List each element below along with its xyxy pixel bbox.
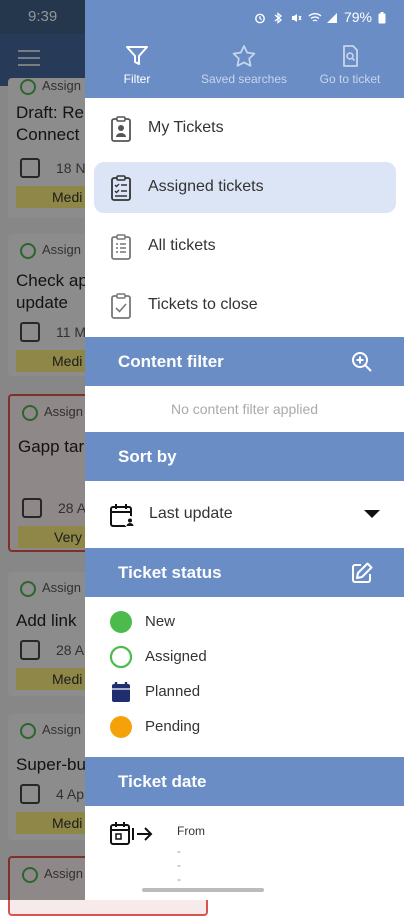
menu-all-tickets[interactable]: All tickets: [94, 221, 396, 272]
tab-filter[interactable]: Filter: [87, 44, 187, 86]
badge-clipboard-icon: [110, 116, 132, 147]
bluetooth-icon: [272, 11, 284, 24]
menu-label: My Tickets: [148, 119, 224, 136]
check-clipboard-icon: [110, 293, 132, 324]
tab-go-to-ticket[interactable]: Go to ticket: [300, 44, 400, 86]
alarm-icon: [254, 11, 266, 24]
section-title: Sort by: [118, 447, 177, 466]
status-label: Pending: [145, 718, 201, 735]
battery-level: 79%: [343, 9, 372, 25]
menu-label: Assigned tickets: [148, 178, 264, 195]
menu-label: All tickets: [148, 237, 216, 254]
chevron-down-icon: [364, 510, 380, 518]
section-title: Ticket status: [118, 563, 222, 582]
wifi-icon: [308, 11, 322, 23]
tab-filter-label: Filter: [123, 72, 151, 86]
status-label: Planned: [145, 683, 201, 700]
content-filter-empty: No content filter applied: [170, 401, 319, 417]
battery-icon: [378, 11, 390, 24]
ticket-status-header: Ticket status: [85, 548, 404, 597]
calendar-icon: [109, 680, 133, 704]
star-icon: [194, 44, 294, 68]
tab-go-to-ticket-label: Go to ticket: [319, 72, 381, 86]
ring-icon: [109, 645, 133, 669]
drawer-header: 79% Filter Saved searches Go to ticket: [85, 0, 404, 98]
date-from-field[interactable]: From - - -: [109, 820, 205, 886]
signal-icon: [326, 11, 338, 23]
ticket-search-icon: [300, 44, 400, 68]
sort-select[interactable]: Last update: [85, 486, 404, 546]
filter-drawer: 79% Filter Saved searches Go to ticket M…: [85, 0, 404, 900]
list-clipboard-icon: [110, 234, 132, 265]
content-filter-header: Content filter: [85, 337, 404, 386]
status-icons: 79%: [254, 9, 390, 25]
status-label: New: [145, 613, 176, 630]
menu-assigned-tickets[interactable]: Assigned tickets: [94, 162, 396, 213]
filter-icon: [87, 44, 187, 68]
tab-saved-searches[interactable]: Saved searches: [194, 44, 294, 86]
menu-tickets-to-close[interactable]: Tickets to close: [94, 280, 396, 331]
sort-by-header: Sort by: [85, 432, 404, 481]
from-value: - - -: [177, 844, 181, 886]
status-label: Assigned: [145, 648, 207, 665]
ticket-date-header: Ticket date: [85, 757, 404, 806]
calendar-user-icon: [109, 502, 137, 535]
checklist-clipboard-icon: [110, 175, 132, 206]
filled-circle-icon: [109, 610, 133, 634]
menu-my-tickets[interactable]: My Tickets: [94, 103, 396, 154]
from-label: From: [177, 824, 205, 838]
home-indicator[interactable]: [142, 888, 264, 892]
edit-icon[interactable]: [350, 561, 374, 590]
menu-label: Tickets to close: [148, 296, 258, 313]
calendar-arrow-icon: [109, 822, 159, 852]
zoom-in-icon[interactable]: [350, 350, 374, 379]
section-title: Ticket date: [118, 772, 207, 791]
section-title: Content filter: [118, 352, 224, 371]
mute-icon: [290, 11, 302, 23]
sort-value: Last update: [149, 505, 233, 522]
tab-saved-searches-label: Saved searches: [200, 72, 288, 86]
filled-circle-icon: [109, 715, 133, 739]
